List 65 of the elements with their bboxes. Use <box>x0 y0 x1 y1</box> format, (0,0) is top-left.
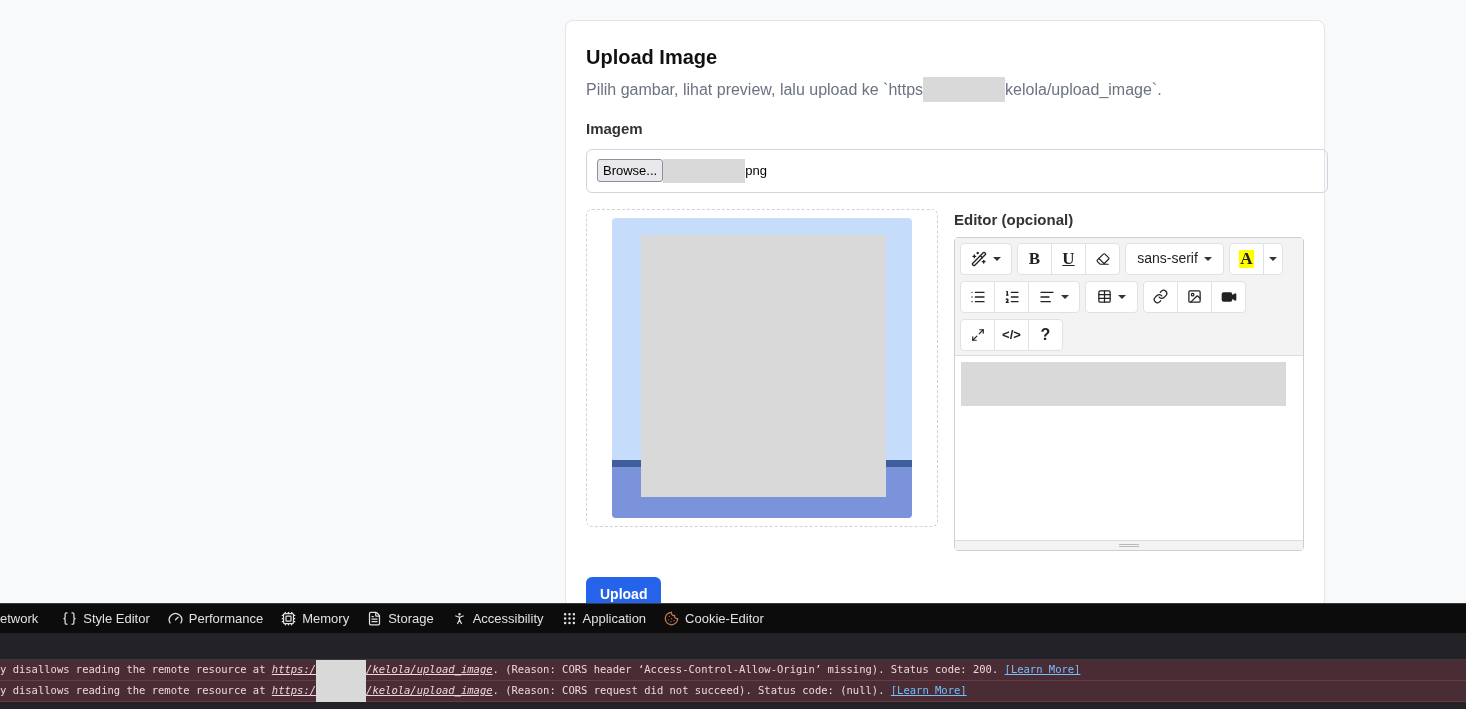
eraser-icon <box>1095 251 1110 266</box>
bold-button[interactable]: B <box>1017 242 1052 275</box>
description-text: kelola/upload_image`. <box>1005 79 1162 100</box>
learn-more-link[interactable]: [Learn More] <box>890 683 967 699</box>
tab-icon <box>664 611 680 626</box>
field-label: Editor (opcional) <box>954 209 1075 230</box>
redacted-block <box>316 680 367 702</box>
tab-icon <box>167 611 183 626</box>
tab-icon <box>561 611 577 626</box>
font-dropdown[interactable]: sans-serif <box>1125 242 1224 275</box>
devtools-tab[interactable]: Accessibility <box>442 604 553 633</box>
tab-icon <box>281 611 297 626</box>
align-button[interactable] <box>1028 280 1080 313</box>
caret-icon <box>993 256 1001 261</box>
bullet-list-button[interactable] <box>960 280 995 313</box>
file-input[interactable]: Browse... png <box>586 148 1328 193</box>
file-name: png <box>745 161 767 180</box>
magic-button[interactable] <box>960 242 1012 275</box>
card-title: Upload Image <box>586 45 719 70</box>
console-message: y disallows reading the remote resource at <box>0 662 267 678</box>
url-link[interactable]: https:/ <box>271 662 317 678</box>
devtools-tab[interactable]: Style Editor <box>53 604 159 633</box>
eraser-button[interactable] <box>1085 242 1120 275</box>
wand-icon <box>971 250 987 267</box>
description-text: Pilih gambar, lihat preview, lalu upload ke `https <box>586 79 924 100</box>
link-button[interactable] <box>1143 280 1178 313</box>
image-icon <box>1187 289 1202 304</box>
fullscreen-button[interactable] <box>960 318 995 351</box>
url-link[interactable]: https:/ <box>271 683 317 699</box>
redacted-block <box>316 659 367 681</box>
browse-button[interactable]: Browse... <box>597 158 664 183</box>
caret-icon <box>1061 294 1069 299</box>
learn-more-link[interactable]: [Learn More] <box>1004 662 1081 678</box>
upload-button[interactable]: Upload <box>586 576 662 603</box>
caret-icon <box>1269 256 1277 261</box>
tab-icon <box>367 611 383 626</box>
code-view-button[interactable]: </> <box>994 318 1029 351</box>
console-message: . (Reason: CORS request did not succeed). Status code: (null). <box>492 683 886 699</box>
table-button[interactable] <box>1085 280 1138 313</box>
devtools-tab[interactable]: Storage <box>358 604 443 633</box>
devtools-tab[interactable]: Memory <box>272 604 359 633</box>
devtools-tab[interactable]: Application <box>552 604 656 633</box>
text-color-button[interactable]: A <box>1229 242 1264 275</box>
console-message: . (Reason: CORS header ‘Access-Control-Allow-Origin’ missing). Status code: 200. <box>492 662 1000 678</box>
caret-icon <box>1118 294 1126 299</box>
tab-icon <box>62 611 78 626</box>
video-button[interactable] <box>1211 280 1246 313</box>
caret-icon <box>1203 256 1212 261</box>
url-link[interactable]: /kelola/upload_image <box>366 662 493 678</box>
fullscreen-icon <box>970 327 985 342</box>
link-icon <box>1153 289 1168 304</box>
numbered-list-button[interactable] <box>994 280 1029 313</box>
console-message: y disallows reading the remote resource at <box>0 683 267 699</box>
image-button[interactable] <box>1177 280 1212 313</box>
devtools-tab[interactable]: Performance <box>158 604 273 633</box>
underline-button[interactable]: U <box>1051 242 1086 275</box>
numbered-list-icon <box>1003 288 1020 305</box>
help-button[interactable]: ? <box>1028 318 1063 351</box>
devtools-tab[interactable]: Cookie-Editor <box>655 604 773 633</box>
field-label: Imagem <box>586 119 644 139</box>
resize-handle[interactable] <box>955 539 1303 550</box>
url-link[interactable]: /kelola/upload_image <box>366 683 493 699</box>
devtools-tab[interactable]: etwork <box>0 604 54 633</box>
color-dropdown[interactable] <box>1263 242 1283 275</box>
table-icon <box>1097 289 1112 304</box>
